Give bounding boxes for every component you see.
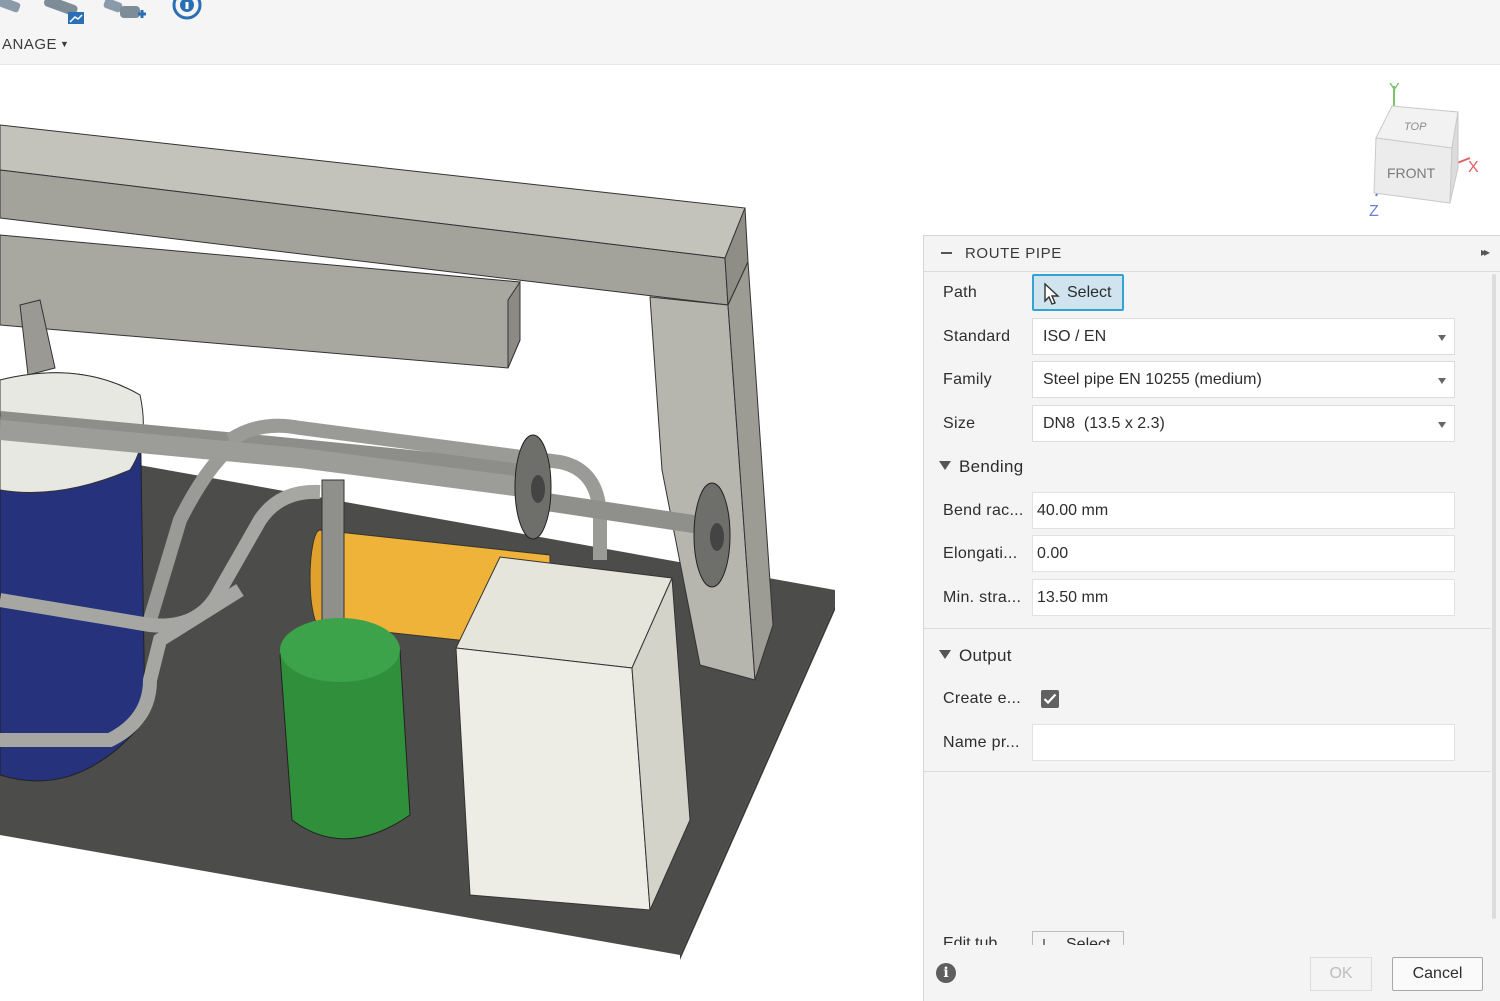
info-icon[interactable] [172,0,204,22]
min-straight-label: Min. stra... [943,589,1022,606]
path-select-button[interactable]: Select [1032,274,1124,311]
chevron-down-icon [1438,378,1446,384]
path-label: Path [943,284,978,301]
family-label: Family [943,371,992,388]
bend-radius-input[interactable]: 40.00 mm [1032,492,1455,529]
panel-scrollbar[interactable] [1492,274,1496,919]
standard-value: ISO / EN [1043,328,1107,345]
expand-panel-icon[interactable]: ▸▸ [1481,245,1490,259]
caret-down-icon [939,650,951,659]
caret-down-icon [939,461,951,470]
edit-tube-select-button[interactable]: Select [1032,931,1124,945]
panel-footer: i OK Cancel [924,945,1500,1001]
create-checkbox[interactable] [1041,690,1059,708]
bend-radius-label: Bend rac... [943,502,1024,519]
caret-down-icon: ▼ [60,39,70,49]
size-value: DN8 (13.5 x 2.3) [1043,415,1165,432]
info-icon[interactable]: i [936,963,956,983]
chevron-down-icon [1438,335,1446,341]
axis-x-label: X [1468,159,1479,176]
viewcube-front-face[interactable]: FRONT [1387,165,1436,181]
pipe-fitting-icon[interactable] [102,0,150,26]
collapse-icon[interactable] [941,252,952,254]
section-divider [924,628,1491,629]
axis-z-label: Z [1369,203,1379,220]
panel-title: ROUTE PIPE [965,245,1062,262]
family-dropdown[interactable]: Steel pipe EN 10255 (medium) [1032,361,1455,398]
cursor-arrow-icon [1043,939,1047,945]
path-select-label: Select [1067,284,1112,301]
min-straight-value: 13.50 mm [1037,589,1109,606]
toolbar: ANAGE ▼ [0,0,1500,65]
ok-button[interactable]: OK [1310,957,1372,991]
standard-dropdown[interactable]: ISO / EN [1032,318,1455,355]
pipe-drawing-icon[interactable] [42,0,88,26]
pipe-icon[interactable] [0,0,26,22]
panel-header: ROUTE PIPE ▸▸ [924,236,1500,272]
elongation-value: 0.00 [1037,545,1069,562]
create-label: Create e... [943,690,1022,707]
checkmark-icon [1043,693,1057,705]
manage-menu[interactable]: ANAGE ▼ [2,36,69,53]
edit-tube-row: Edit tub Select [924,931,1491,945]
elongation-label: Elongati... [943,545,1018,562]
edit-tube-label: Edit tub [943,935,998,945]
size-dropdown[interactable]: DN8 (13.5 x 2.3) [1032,405,1455,442]
view-cube[interactable]: Y X Z TOP FRONT [1362,78,1490,223]
name-prefix-label: Name pr... [943,734,1020,751]
bending-title: Bending [959,457,1024,476]
output-title: Output [959,646,1012,665]
min-straight-input[interactable]: 13.50 mm [1032,579,1455,616]
cancel-button[interactable]: Cancel [1392,957,1483,991]
name-prefix-input[interactable] [1032,724,1455,761]
output-section-toggle[interactable]: Output [939,646,1012,666]
viewcube-top-face[interactable]: TOP [1404,121,1427,133]
axis-y-label: Y [1389,81,1400,98]
size-label: Size [943,415,976,432]
cursor-arrow-icon [1044,282,1060,305]
bending-section-toggle[interactable]: Bending [939,457,1024,477]
section-divider [924,771,1491,772]
elongation-input[interactable]: 0.00 [1032,535,1455,572]
route-pipe-panel: ROUTE PIPE ▸▸ Path Select Standard ISO /… [923,235,1500,1001]
edit-tube-select-label: Select [1066,936,1111,945]
chevron-down-icon [1438,422,1446,428]
family-value: Steel pipe EN 10255 (medium) [1043,371,1262,388]
standard-label: Standard [943,328,1011,345]
bend-radius-value: 40.00 mm [1037,502,1109,519]
